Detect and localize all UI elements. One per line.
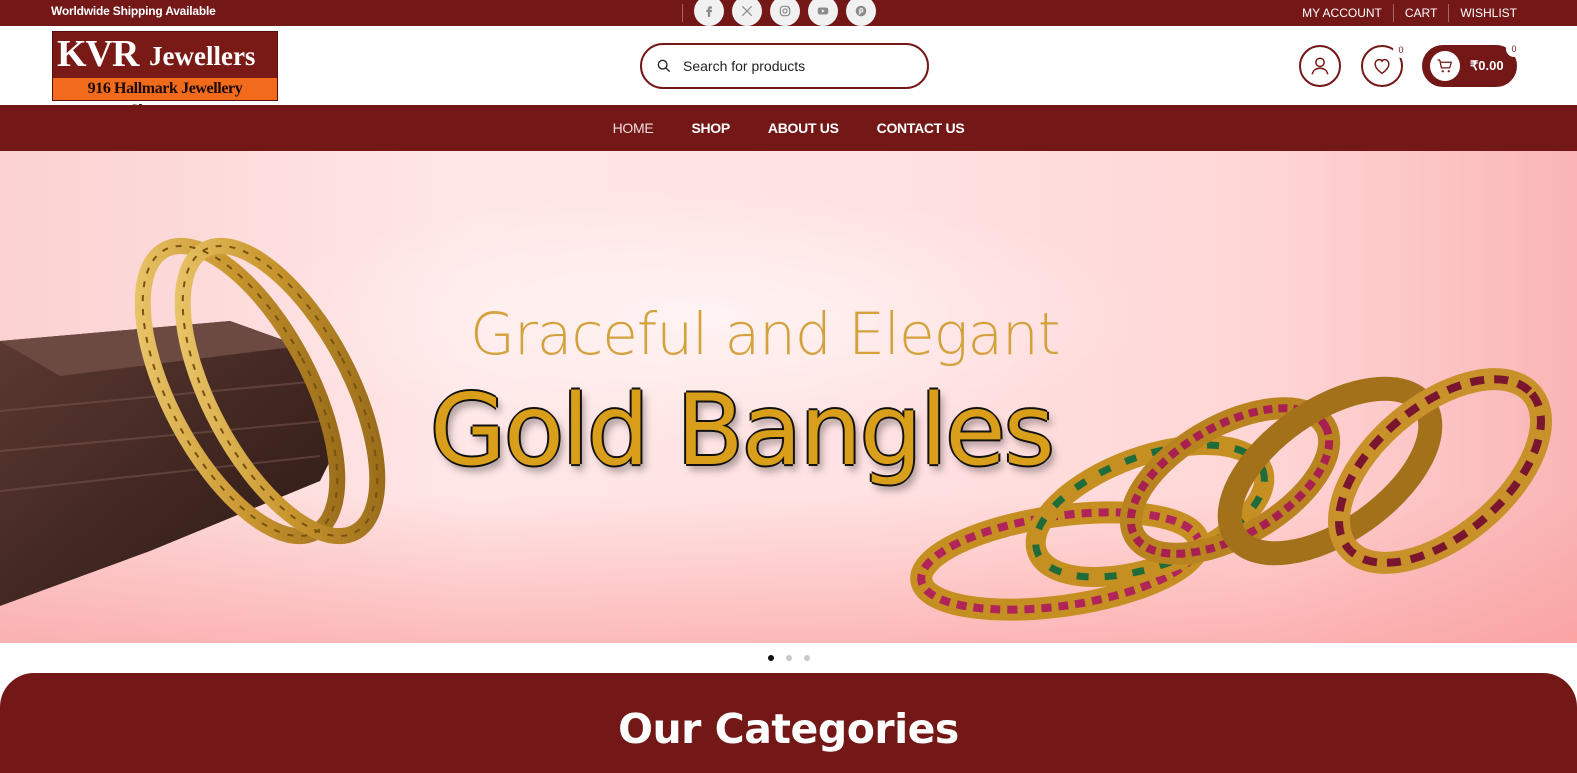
nav-item-contact-us[interactable]: CONTACT US [877,120,965,136]
search-input[interactable] [683,58,903,74]
user-icon [1311,57,1329,75]
hero-subheading: Graceful and Elegant [470,300,1060,368]
logo-brand: KVR [57,33,139,75]
heart-icon [1374,58,1390,75]
categories-heading: Our Categories [618,705,959,753]
cart-link[interactable]: CART [1394,6,1448,20]
site-header: KVR Jewellers 916 Hallmark Jewellery Sho… [0,26,1577,119]
hero-slider[interactable]: Graceful and Elegant Gold Bangles [0,151,1577,643]
facebook-icon[interactable] [694,0,724,26]
slider-dot-1[interactable] [767,655,774,661]
slider-pagination [0,650,1577,666]
logo-tagline: 916 Hallmark Jewellery Showroom [53,78,277,119]
social-links [682,0,884,26]
cart-count-badge: 0 [1506,41,1522,57]
top-bar: Worldwide Shipping Available MY ACCOUNT … [0,0,1577,26]
slider-dot-3[interactable] [803,655,810,661]
search-bar [640,43,929,89]
x-twitter-icon[interactable] [732,0,762,26]
account-links: MY ACCOUNT CART WISHLIST [1291,0,1517,26]
hero-heading: Gold Bangles [430,374,1055,488]
my-account-link[interactable]: MY ACCOUNT [1291,6,1393,20]
youtube-icon[interactable] [808,0,838,26]
wishlist-link[interactable]: WISHLIST [1449,6,1517,20]
divider [682,4,683,22]
pinterest-icon[interactable] [846,0,876,26]
nav-item-about-us[interactable]: ABOUT US [768,120,839,136]
search-icon[interactable] [656,58,672,74]
wishlist-button[interactable]: 0 [1361,42,1409,87]
cart-icon [1437,59,1453,73]
account-button[interactable] [1299,45,1341,87]
logo-brand-word: Jewellers [149,41,256,71]
categories-section: Our Categories [0,673,1577,773]
nav-item-home[interactable]: HOME [613,120,654,136]
main-navigation: HOME SHOP ABOUT US CONTACT US [0,105,1577,151]
shipping-notice: Worldwide Shipping Available [51,4,216,18]
jewellery-box-image [0,321,340,606]
slider-dot-2[interactable] [785,655,792,661]
site-logo[interactable]: KVR Jewellers 916 Hallmark Jewellery Sho… [52,31,278,119]
instagram-icon[interactable] [770,0,800,26]
cart-total: ₹0.00 [1470,58,1504,73]
nav-item-shop[interactable]: SHOP [691,120,730,136]
cart-button[interactable]: ₹0.00 0 [1422,41,1522,87]
cart-icon-wrap [1430,51,1460,81]
wishlist-count-badge: 0 [1393,42,1409,58]
